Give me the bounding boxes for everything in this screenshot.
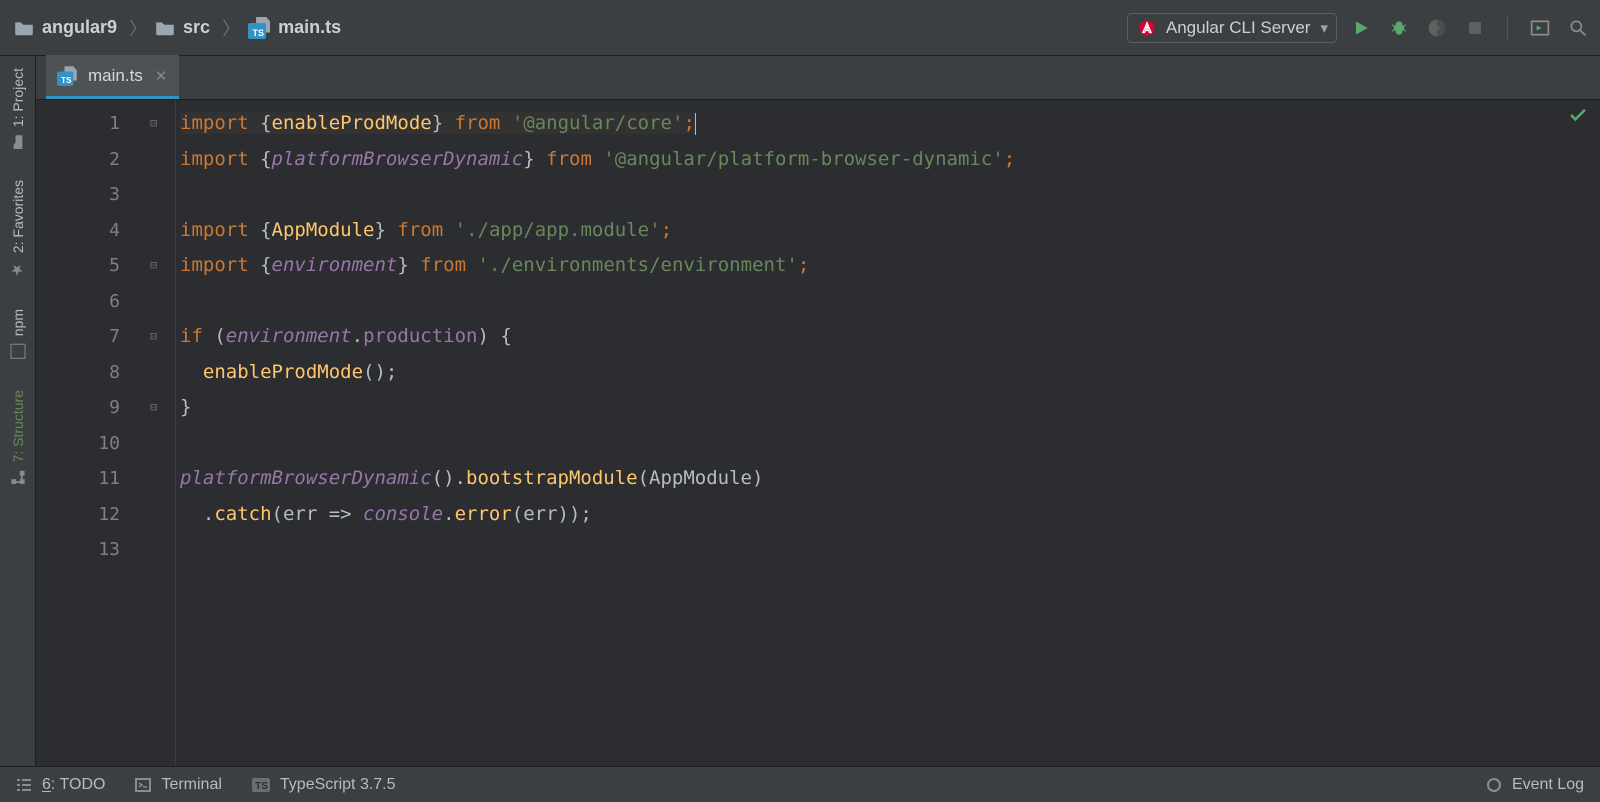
folder-icon: [10, 135, 25, 151]
event-log-icon: [1486, 777, 1502, 793]
terminal-label: Terminal: [161, 776, 221, 794]
terminal-icon: [135, 777, 151, 793]
editor-tab-bar: TS main.ts ✕: [36, 56, 1600, 100]
project-toolwindow-label: 1: Project: [10, 68, 26, 127]
debug-button[interactable]: [1389, 18, 1409, 38]
breadcrumb-file[interactable]: TS main.ts: [248, 17, 341, 39]
todo-mnemonic: 6: [42, 776, 51, 793]
structure-toolwindow-label: 7: Structure: [10, 390, 26, 462]
run-configuration-selector[interactable]: Angular CLI Server ▾: [1127, 13, 1337, 43]
toolbar-divider: [1507, 16, 1508, 40]
run-configuration-label: Angular CLI Server: [1166, 18, 1311, 38]
todo-toolwindow-button[interactable]: 6: TODO: [16, 776, 105, 794]
chevron-down-icon: ▾: [1320, 19, 1328, 37]
npm-icon: [10, 344, 25, 360]
structure-toolwindow-button[interactable]: 7: Structure: [10, 390, 26, 485]
fold-gutter: ⊟ ⊟ ⊟ ⊟: [136, 100, 176, 766]
npm-toolwindow-label: npm: [10, 309, 26, 336]
search-everywhere-button[interactable]: [1568, 18, 1588, 38]
inspection-indicator[interactable]: [1556, 100, 1600, 766]
status-bar: 6: TODO Terminal TS TypeScript 3.7.5 Eve…: [0, 766, 1600, 802]
typescript-version-label: TypeScript 3.7.5: [280, 776, 396, 794]
stop-button[interactable]: [1465, 18, 1485, 38]
editor-tab-label: main.ts: [88, 66, 143, 86]
project-toolwindow-button[interactable]: 1: Project: [10, 68, 26, 150]
editor-tab-main-ts[interactable]: TS main.ts ✕: [46, 55, 179, 99]
breadcrumb-project-label: angular9: [42, 17, 117, 38]
navigation-bar: angular9 〉 src 〉 TS main.ts Angular CLI …: [0, 0, 1600, 56]
editor-column: TS main.ts ✕ 12345678910111213 ⊟ ⊟ ⊟ ⊟ i…: [36, 56, 1600, 766]
breadcrumb-project[interactable]: angular9: [14, 17, 117, 38]
run-with-coverage-button[interactable]: [1427, 18, 1447, 38]
structure-icon: [10, 469, 25, 485]
check-ok-icon: [1569, 108, 1587, 122]
breadcrumb-separator: 〉: [216, 15, 242, 41]
code-content[interactable]: import {enableProdMode} from '@angular/c…: [176, 100, 1556, 766]
favorites-toolwindow-button[interactable]: 2: Favorites: [9, 180, 27, 279]
close-tab-icon[interactable]: ✕: [155, 67, 168, 85]
toolbar-run-buttons: [1351, 16, 1588, 40]
line-number-gutter: 12345678910111213: [36, 100, 136, 766]
left-tool-strip: 1: Project 2: Favorites npm 7: Structure: [0, 56, 36, 766]
todo-label: : TODO: [51, 776, 106, 793]
breadcrumb-file-label: main.ts: [278, 17, 341, 38]
breadcrumb: angular9 〉 src 〉 TS main.ts: [14, 15, 341, 41]
favorites-toolwindow-label: 2: Favorites: [10, 180, 26, 253]
folder-icon: [155, 20, 175, 36]
breadcrumb-folder[interactable]: src: [155, 17, 210, 38]
typescript-toolwindow-button[interactable]: TS TypeScript 3.7.5: [252, 776, 396, 794]
typescript-file-icon: TS: [248, 17, 270, 39]
npm-toolwindow-button[interactable]: npm: [10, 309, 26, 359]
event-log-label: Event Log: [1512, 776, 1584, 794]
terminal-toolwindow-button[interactable]: Terminal: [135, 776, 221, 794]
run-anything-button[interactable]: [1530, 18, 1550, 38]
breadcrumb-folder-label: src: [183, 17, 210, 38]
run-button[interactable]: [1351, 18, 1371, 38]
angular-icon: [1138, 19, 1156, 37]
breadcrumb-separator: 〉: [123, 15, 149, 41]
code-editor[interactable]: 12345678910111213 ⊟ ⊟ ⊟ ⊟ import {enable…: [36, 100, 1600, 766]
typescript-file-icon: TS: [57, 66, 77, 86]
main-area: 1: Project 2: Favorites npm 7: Structure…: [0, 56, 1600, 766]
event-log-button[interactable]: Event Log: [1486, 776, 1584, 794]
folder-icon: [14, 20, 34, 36]
typescript-icon: TS: [252, 778, 270, 792]
list-icon: [16, 777, 32, 793]
